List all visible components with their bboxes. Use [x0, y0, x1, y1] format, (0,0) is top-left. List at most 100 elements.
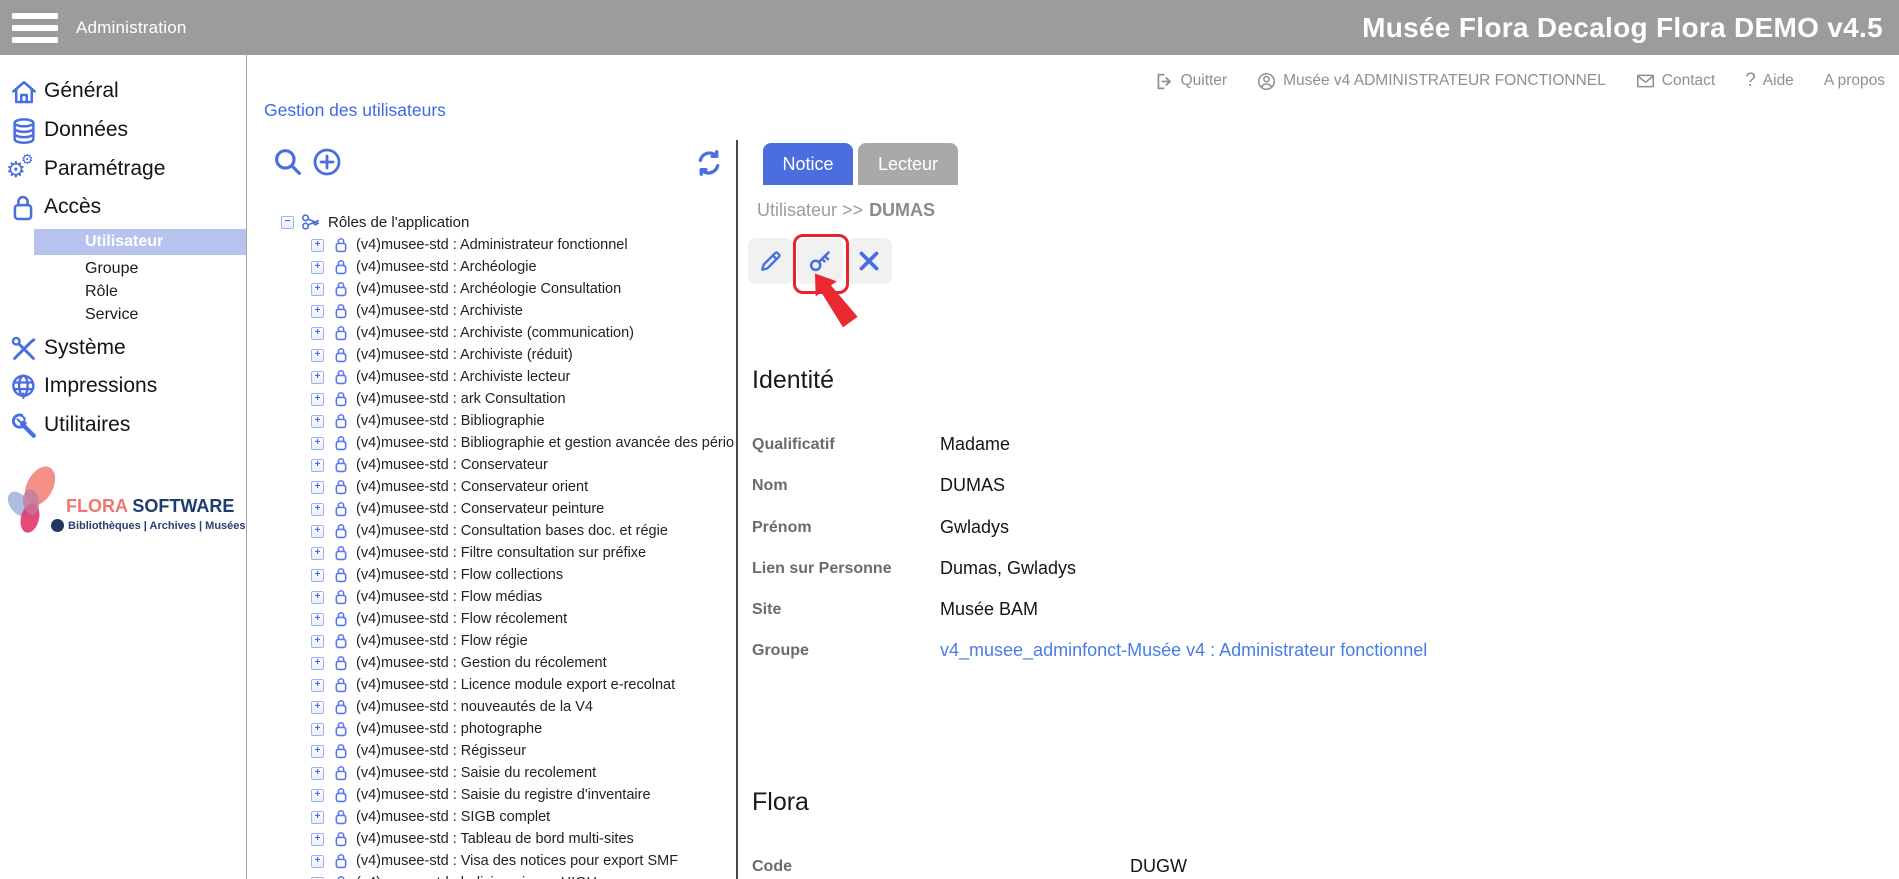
expand-plus-icon[interactable]: + — [311, 525, 324, 538]
add-icon[interactable] — [311, 146, 343, 178]
expand-plus-icon[interactable]: + — [311, 657, 324, 670]
tree-role-label[interactable]: (v4)musee-std : Saisie du registre d'inv… — [356, 787, 651, 803]
tree-role-label[interactable]: (v4)musee-std : Archéologie — [356, 259, 537, 275]
sidebar-item-systeme[interactable]: Système — [0, 332, 246, 366]
tree-row[interactable]: + (v4)musee-std : Administrateur fonctio… — [300, 234, 736, 256]
tree-role-label[interactable]: (v4)musee-std : Archiviste lecteur — [356, 369, 570, 385]
current-user[interactable]: Musée v4 ADMINISTRATEUR FONCTIONNEL — [1257, 72, 1606, 91]
tree-role-label[interactable]: (v4)musee-std : Gestion du récolement — [356, 655, 607, 671]
search-icon[interactable] — [272, 146, 304, 178]
tree-panel-title[interactable]: Gestion des utilisateurs — [264, 100, 446, 121]
sidebar-subitem-service[interactable]: Service — [0, 304, 246, 326]
sidebar-item-utilitaires[interactable]: Utilitaires — [0, 409, 246, 443]
tree-role-label[interactable]: (v4)musee-std : Tableau de bord multi-si… — [356, 831, 634, 847]
tree-row[interactable]: + (v4)musee-std : Gestion du récolement — [300, 652, 736, 674]
tree-row[interactable]: + (v4)musee-std : Conservateur peinture — [300, 498, 736, 520]
tree-row[interactable]: + (v4)musee-std : ludivine niveau HIGH — [300, 872, 736, 879]
expand-plus-icon[interactable]: + — [311, 261, 324, 274]
expand-plus-icon[interactable]: + — [311, 283, 324, 296]
tree-row[interactable]: + (v4)musee-std : SIGB complet — [300, 806, 736, 828]
tree-row[interactable]: + (v4)musee-std : ark Consultation — [300, 388, 736, 410]
password-key-button[interactable] — [797, 238, 843, 284]
hamburger-menu-icon[interactable] — [12, 13, 58, 43]
expand-plus-icon[interactable]: + — [311, 613, 324, 626]
tree-row[interactable]: + (v4)musee-std : Licence module export … — [300, 674, 736, 696]
sidebar-subitem-utilisateur[interactable]: Utilisateur — [34, 229, 246, 255]
expand-plus-icon[interactable]: + — [311, 459, 324, 472]
edit-button[interactable] — [748, 238, 794, 284]
tree-row[interactable]: + (v4)musee-std : Archiviste (communicat… — [300, 322, 736, 344]
tree-row[interactable]: + (v4)musee-std : Bibliographie — [300, 410, 736, 432]
tab-notice[interactable]: Notice — [763, 143, 853, 185]
tree-row[interactable]: + (v4)musee-std : photographe — [300, 718, 736, 740]
expand-plus-icon[interactable]: + — [311, 349, 324, 362]
tree-role-label[interactable]: (v4)musee-std : Bibliographie et gestion… — [356, 435, 734, 451]
tree-role-label[interactable]: (v4)musee-std : Archiviste (communicatio… — [356, 325, 634, 341]
expand-plus-icon[interactable]: + — [311, 569, 324, 582]
expand-plus-icon[interactable]: + — [311, 679, 324, 692]
tree-role-label[interactable]: (v4)musee-std : Régisseur — [356, 743, 526, 759]
expand-plus-icon[interactable]: + — [311, 305, 324, 318]
tab-lecteur[interactable]: Lecteur — [858, 143, 958, 185]
sidebar-subitem-groupe[interactable]: Groupe — [0, 258, 246, 280]
tree-row[interactable]: + (v4)musee-std : Archéologie Consultati… — [300, 278, 736, 300]
tree-role-label[interactable]: (v4)musee-std : Archiviste — [356, 303, 523, 319]
sidebar-item-parametrage[interactable]: ⚙⚙ Paramétrage — [0, 153, 246, 187]
tree-root-label[interactable]: Rôles de l'application — [328, 214, 469, 231]
tree-role-label[interactable]: (v4)musee-std : Consultation bases doc. … — [356, 523, 668, 539]
expand-plus-icon[interactable]: + — [311, 327, 324, 340]
tree-role-label[interactable]: (v4)musee-std : nouveautés de la V4 — [356, 699, 593, 715]
tree-row[interactable]: + (v4)musee-std : Saisie du registre d'i… — [300, 784, 736, 806]
tree-role-label[interactable]: (v4)musee-std : Flow régie — [356, 633, 528, 649]
tree-role-label[interactable]: (v4)musee-std : Licence module export e-… — [356, 677, 675, 693]
tree-role-label[interactable]: (v4)musee-std : Archéologie Consultation — [356, 281, 621, 297]
sidebar-subitem-role[interactable]: Rôle — [0, 281, 246, 303]
expand-plus-icon[interactable]: + — [311, 855, 324, 868]
tree-row[interactable]: + (v4)musee-std : Archiviste (réduit) — [300, 344, 736, 366]
expand-plus-icon[interactable]: + — [311, 635, 324, 648]
tree-role-label[interactable]: (v4)musee-std : Flow médias — [356, 589, 542, 605]
expand-plus-icon[interactable]: + — [311, 591, 324, 604]
tree-role-label[interactable]: (v4)musee-std : SIGB complet — [356, 809, 550, 825]
tree-row[interactable]: + (v4)musee-std : Régisseur — [300, 740, 736, 762]
refresh-icon[interactable] — [693, 147, 725, 179]
tree-row[interactable]: + (v4)musee-std : Bibliographie et gesti… — [300, 432, 736, 454]
expand-plus-icon[interactable]: + — [311, 371, 324, 384]
quitter-link[interactable]: Quitter — [1155, 72, 1228, 91]
tree-row[interactable]: + (v4)musee-std : Flow récolement — [300, 608, 736, 630]
tree-role-label[interactable]: (v4)musee-std : Conservateur — [356, 457, 548, 473]
tree-role-label[interactable]: (v4)musee-std : Bibliographie — [356, 413, 545, 429]
sidebar-item-impressions[interactable]: Impressions — [0, 370, 246, 404]
tree-row[interactable]: + (v4)musee-std : Consultation bases doc… — [300, 520, 736, 542]
expand-plus-icon[interactable]: + — [311, 239, 324, 252]
expand-plus-icon[interactable]: + — [311, 811, 324, 824]
expand-plus-icon[interactable]: + — [311, 745, 324, 758]
tree-role-label[interactable]: (v4)musee-std : Flow récolement — [356, 611, 567, 627]
expand-plus-icon[interactable]: + — [311, 789, 324, 802]
tree-row[interactable]: + (v4)musee-std : Archéologie — [300, 256, 736, 278]
expand-plus-icon[interactable]: + — [311, 723, 324, 736]
tree-row[interactable]: + (v4)musee-std : Saisie du recolement — [300, 762, 736, 784]
expand-plus-icon[interactable]: + — [311, 437, 324, 450]
expand-plus-icon[interactable]: + — [311, 833, 324, 846]
tree-role-label[interactable]: (v4)musee-std : Conservateur peinture — [356, 501, 604, 517]
tree-row[interactable]: + (v4)musee-std : nouveautés de la V4 — [300, 696, 736, 718]
sidebar-item-donnees[interactable]: Données — [0, 114, 246, 148]
tree-row[interactable]: + (v4)musee-std : Flow collections — [300, 564, 736, 586]
tree-role-label[interactable]: (v4)musee-std : Archiviste (réduit) — [356, 347, 573, 363]
tree-row[interactable]: + (v4)musee-std : Conservateur — [300, 454, 736, 476]
tree-row[interactable]: + (v4)musee-std : Tableau de bord multi-… — [300, 828, 736, 850]
expand-plus-icon[interactable]: + — [311, 415, 324, 428]
expand-plus-icon[interactable]: + — [311, 701, 324, 714]
tree-row[interactable]: + (v4)musee-std : Flow médias — [300, 586, 736, 608]
tree-row[interactable]: + (v4)musee-std : Flow régie — [300, 630, 736, 652]
expand-plus-icon[interactable]: + — [311, 503, 324, 516]
aide-link[interactable]: ? Aide — [1745, 70, 1794, 92]
expand-plus-icon[interactable]: + — [311, 481, 324, 494]
contact-link[interactable]: Contact — [1636, 72, 1715, 90]
tree-role-label[interactable]: (v4)musee-std : ludivine niveau HIGH — [356, 875, 597, 879]
tree-root-row[interactable]: − Rôles de l'application — [281, 211, 469, 233]
groupe-link[interactable]: v4_musee_adminfonct-Musée v4 : Administr… — [940, 640, 1427, 661]
sidebar-item-acces[interactable]: Accès — [0, 191, 246, 225]
expand-plus-icon[interactable]: + — [311, 393, 324, 406]
